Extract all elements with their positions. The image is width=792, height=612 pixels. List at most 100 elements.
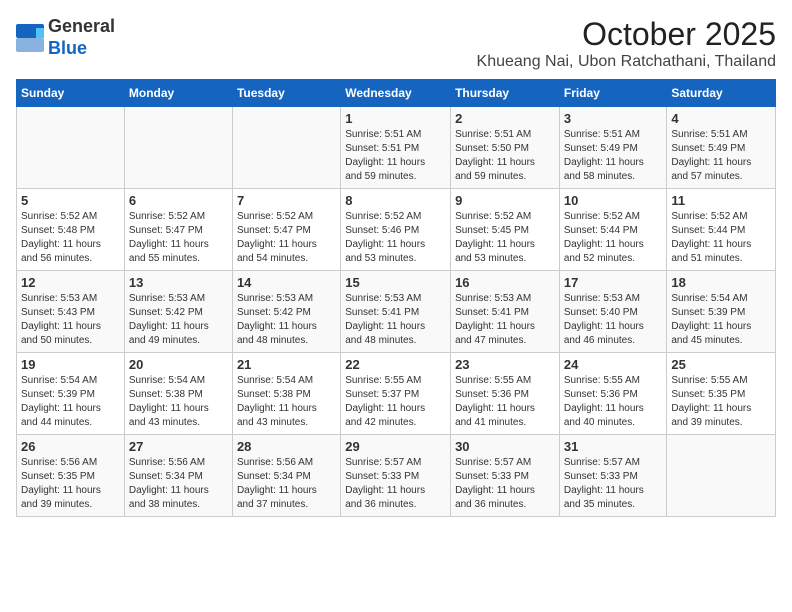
day-number: 7 bbox=[237, 193, 336, 208]
day-info: Sunrise: 5:52 AM Sunset: 5:47 PM Dayligh… bbox=[129, 210, 228, 266]
page-header: General Blue October 2025 Khueang Nai, U… bbox=[16, 16, 776, 71]
day-info: Sunrise: 5:51 AM Sunset: 5:51 PM Dayligh… bbox=[345, 128, 446, 184]
day-number: 3 bbox=[564, 111, 663, 126]
calendar-cell bbox=[667, 435, 776, 517]
calendar-body: 1 Sunrise: 5:51 AM Sunset: 5:51 PM Daylig… bbox=[17, 107, 776, 517]
calendar-cell: 25 Sunrise: 5:55 AM Sunset: 5:35 PM Dayli… bbox=[667, 353, 776, 435]
logo: General Blue bbox=[16, 16, 115, 59]
day-info: Sunrise: 5:51 AM Sunset: 5:49 PM Dayligh… bbox=[564, 128, 663, 184]
calendar-cell: 18 Sunrise: 5:54 AM Sunset: 5:39 PM Dayli… bbox=[667, 271, 776, 353]
day-info: Sunrise: 5:57 AM Sunset: 5:33 PM Dayligh… bbox=[564, 456, 663, 512]
month-title: October 2025 bbox=[477, 16, 776, 53]
day-info: Sunrise: 5:54 AM Sunset: 5:39 PM Dayligh… bbox=[671, 292, 771, 348]
day-info: Sunrise: 5:53 AM Sunset: 5:42 PM Dayligh… bbox=[129, 292, 228, 348]
day-info: Sunrise: 5:55 AM Sunset: 5:36 PM Dayligh… bbox=[455, 374, 555, 430]
day-info: Sunrise: 5:54 AM Sunset: 5:39 PM Dayligh… bbox=[21, 374, 120, 430]
day-info: Sunrise: 5:53 AM Sunset: 5:41 PM Dayligh… bbox=[455, 292, 555, 348]
day-number: 30 bbox=[455, 439, 555, 454]
week-row-0: 1 Sunrise: 5:51 AM Sunset: 5:51 PM Daylig… bbox=[17, 107, 776, 189]
calendar-cell: 29 Sunrise: 5:57 AM Sunset: 5:33 PM Dayli… bbox=[341, 435, 451, 517]
day-number: 27 bbox=[129, 439, 228, 454]
calendar-cell bbox=[17, 107, 125, 189]
logo-general-text: General bbox=[48, 16, 115, 38]
calendar-cell: 9 Sunrise: 5:52 AM Sunset: 5:45 PM Daylig… bbox=[451, 189, 560, 271]
day-number: 22 bbox=[345, 357, 446, 372]
day-info: Sunrise: 5:56 AM Sunset: 5:35 PM Dayligh… bbox=[21, 456, 120, 512]
calendar-cell: 14Sunrise: 5:53 AM Sunset: 5:42 PM Dayli… bbox=[232, 271, 340, 353]
day-info: Sunrise: 5:57 AM Sunset: 5:33 PM Dayligh… bbox=[345, 456, 446, 512]
calendar-cell: 23 Sunrise: 5:55 AM Sunset: 5:36 PM Dayli… bbox=[451, 353, 560, 435]
day-number: 12 bbox=[21, 275, 120, 290]
day-info: Sunrise: 5:53 AM Sunset: 5:43 PM Dayligh… bbox=[21, 292, 120, 348]
week-row-3: 19 Sunrise: 5:54 AM Sunset: 5:39 PM Dayli… bbox=[17, 353, 776, 435]
day-number: 4 bbox=[671, 111, 771, 126]
day-number: 26 bbox=[21, 439, 120, 454]
day-info: Sunrise: 5:52 AM Sunset: 5:48 PM Dayligh… bbox=[21, 210, 120, 266]
day-info: Sunrise: 5:55 AM Sunset: 5:35 PM Dayligh… bbox=[671, 374, 771, 430]
day-info: Sunrise: 5:53 AM Sunset: 5:41 PM Dayligh… bbox=[345, 292, 446, 348]
day-info: Sunrise: 5:57 AM Sunset: 5:33 PM Dayligh… bbox=[455, 456, 555, 512]
header-row: SundayMondayTuesdayWednesdayThursdayFrid… bbox=[17, 80, 776, 107]
day-number: 21 bbox=[237, 357, 336, 372]
day-info: Sunrise: 5:51 AM Sunset: 5:50 PM Dayligh… bbox=[455, 128, 555, 184]
day-info: Sunrise: 5:52 AM Sunset: 5:47 PM Dayligh… bbox=[237, 210, 336, 266]
calendar-cell: 3 Sunrise: 5:51 AM Sunset: 5:49 PM Daylig… bbox=[559, 107, 667, 189]
calendar-cell: 5 Sunrise: 5:52 AM Sunset: 5:48 PM Daylig… bbox=[17, 189, 125, 271]
header-cell-sunday: Sunday bbox=[17, 80, 125, 107]
calendar-cell: 22 Sunrise: 5:55 AM Sunset: 5:37 PM Dayli… bbox=[341, 353, 451, 435]
day-info: Sunrise: 5:53 AM Sunset: 5:40 PM Dayligh… bbox=[564, 292, 663, 348]
calendar-cell: 16 Sunrise: 5:53 AM Sunset: 5:41 PM Dayli… bbox=[451, 271, 560, 353]
day-info: Sunrise: 5:56 AM Sunset: 5:34 PM Dayligh… bbox=[129, 456, 228, 512]
day-number: 15 bbox=[345, 275, 446, 290]
day-number: 29 bbox=[345, 439, 446, 454]
calendar-cell: 19 Sunrise: 5:54 AM Sunset: 5:39 PM Dayli… bbox=[17, 353, 125, 435]
logo-icon bbox=[16, 24, 44, 52]
calendar-cell bbox=[232, 107, 340, 189]
title-block: October 2025 Khueang Nai, Ubon Ratchatha… bbox=[477, 16, 776, 71]
day-number: 31 bbox=[564, 439, 663, 454]
day-number: 28 bbox=[237, 439, 336, 454]
day-info: Sunrise: 5:52 AM Sunset: 5:44 PM Dayligh… bbox=[564, 210, 663, 266]
day-number: 9 bbox=[455, 193, 555, 208]
day-info: Sunrise: 5:56 AM Sunset: 5:34 PM Dayligh… bbox=[237, 456, 336, 512]
calendar-cell: 8 Sunrise: 5:52 AM Sunset: 5:46 PM Daylig… bbox=[341, 189, 451, 271]
calendar-cell: 30 Sunrise: 5:57 AM Sunset: 5:33 PM Dayli… bbox=[451, 435, 560, 517]
day-number: 23 bbox=[455, 357, 555, 372]
calendar-header: SundayMondayTuesdayWednesdayThursdayFrid… bbox=[17, 80, 776, 107]
day-info: Sunrise: 5:55 AM Sunset: 5:36 PM Dayligh… bbox=[564, 374, 663, 430]
calendar-cell bbox=[124, 107, 232, 189]
calendar-cell: 1 Sunrise: 5:51 AM Sunset: 5:51 PM Daylig… bbox=[341, 107, 451, 189]
calendar-cell: 26 Sunrise: 5:56 AM Sunset: 5:35 PM Dayli… bbox=[17, 435, 125, 517]
day-info: Sunrise: 5:55 AM Sunset: 5:37 PM Dayligh… bbox=[345, 374, 446, 430]
day-number: 13 bbox=[129, 275, 228, 290]
day-number: 1 bbox=[345, 111, 446, 126]
calendar-cell: 11Sunrise: 5:52 AM Sunset: 5:44 PM Dayli… bbox=[667, 189, 776, 271]
header-cell-monday: Monday bbox=[124, 80, 232, 107]
header-cell-thursday: Thursday bbox=[451, 80, 560, 107]
calendar-cell: 7 Sunrise: 5:52 AM Sunset: 5:47 PM Daylig… bbox=[232, 189, 340, 271]
header-cell-saturday: Saturday bbox=[667, 80, 776, 107]
day-number: 19 bbox=[21, 357, 120, 372]
day-number: 8 bbox=[345, 193, 446, 208]
day-number: 5 bbox=[21, 193, 120, 208]
day-number: 18 bbox=[671, 275, 771, 290]
day-number: 24 bbox=[564, 357, 663, 372]
day-number: 16 bbox=[455, 275, 555, 290]
day-number: 6 bbox=[129, 193, 228, 208]
calendar-cell: 17Sunrise: 5:53 AM Sunset: 5:40 PM Dayli… bbox=[559, 271, 667, 353]
logo-blue-text: Blue bbox=[48, 38, 115, 60]
location: Khueang Nai, Ubon Ratchathani, Thailand bbox=[477, 53, 776, 71]
day-number: 2 bbox=[455, 111, 555, 126]
day-info: Sunrise: 5:54 AM Sunset: 5:38 PM Dayligh… bbox=[237, 374, 336, 430]
day-number: 25 bbox=[671, 357, 771, 372]
calendar-cell: 27 Sunrise: 5:56 AM Sunset: 5:34 PM Dayli… bbox=[124, 435, 232, 517]
week-row-1: 5 Sunrise: 5:52 AM Sunset: 5:48 PM Daylig… bbox=[17, 189, 776, 271]
calendar-cell: 24 Sunrise: 5:55 AM Sunset: 5:36 PM Dayli… bbox=[559, 353, 667, 435]
day-info: Sunrise: 5:52 AM Sunset: 5:46 PM Dayligh… bbox=[345, 210, 446, 266]
day-number: 20 bbox=[129, 357, 228, 372]
header-cell-wednesday: Wednesday bbox=[341, 80, 451, 107]
week-row-4: 26 Sunrise: 5:56 AM Sunset: 5:35 PM Dayli… bbox=[17, 435, 776, 517]
calendar-cell: 28 Sunrise: 5:56 AM Sunset: 5:34 PM Dayli… bbox=[232, 435, 340, 517]
day-info: Sunrise: 5:52 AM Sunset: 5:45 PM Dayligh… bbox=[455, 210, 555, 266]
calendar-cell: 10Sunrise: 5:52 AM Sunset: 5:44 PM Dayli… bbox=[559, 189, 667, 271]
